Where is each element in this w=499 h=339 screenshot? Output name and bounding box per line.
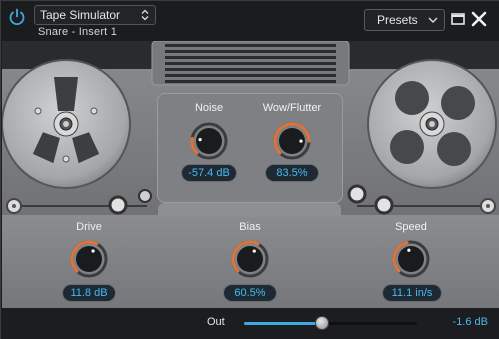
- noise-knob-pointer: [198, 137, 202, 142]
- output-slider-fill: [244, 322, 322, 325]
- out-label: Out: [207, 316, 225, 328]
- drive-knob-pointer: [91, 249, 95, 253]
- bias-label: Bias: [239, 221, 261, 233]
- drive-readout[interactable]: 11.8 dB: [62, 284, 116, 302]
- wow-flutter-label: Wow/Flutter: [262, 102, 322, 114]
- window-icon[interactable]: [450, 11, 466, 27]
- power-icon[interactable]: [7, 7, 27, 27]
- presets-button[interactable]: Presets: [364, 9, 445, 31]
- plugin-select[interactable]: Tape Simulator: [34, 5, 156, 25]
- bias-knob[interactable]: [229, 238, 271, 280]
- noise-label: Noise: [194, 102, 224, 114]
- drive-label: Drive: [76, 221, 102, 233]
- speed-label: Speed: [395, 221, 427, 233]
- updown-chevron-icon: [141, 9, 149, 21]
- bias-readout[interactable]: 60.5%: [223, 284, 277, 302]
- speed-knob[interactable]: [390, 238, 432, 280]
- wow-flutter-knob[interactable]: [271, 120, 313, 162]
- plugin-name: Tape Simulator: [40, 8, 121, 22]
- noise-readout[interactable]: -57.4 dB: [181, 164, 237, 182]
- chevron-down-icon: [428, 17, 438, 23]
- plugin-window: Tape Simulator Snare - Insert 1 Presets: [0, 0, 499, 339]
- speed-knob-pointer: [407, 248, 411, 252]
- drive-knob[interactable]: [68, 238, 110, 280]
- insert-label: Snare - Insert 1: [38, 26, 118, 38]
- output-value[interactable]: -1.6 dB: [453, 316, 488, 328]
- noise-knob[interactable]: [188, 120, 230, 162]
- wow-flutter-knob-pointer: [299, 139, 303, 143]
- close-icon[interactable]: [471, 11, 487, 27]
- speed-readout[interactable]: 11.1 in/s: [382, 284, 442, 302]
- presets-label: Presets: [377, 13, 418, 27]
- output-bar: Out -1.6 dB: [1, 308, 499, 339]
- output-slider[interactable]: [244, 316, 417, 330]
- header-bar: Tape Simulator Snare - Insert 1 Presets: [1, 1, 499, 41]
- wow-flutter-readout[interactable]: 83.5%: [265, 164, 319, 182]
- output-slider-thumb[interactable]: [314, 316, 329, 330]
- lower-panel-tab: [158, 203, 341, 217]
- bias-knob-pointer: [252, 249, 256, 253]
